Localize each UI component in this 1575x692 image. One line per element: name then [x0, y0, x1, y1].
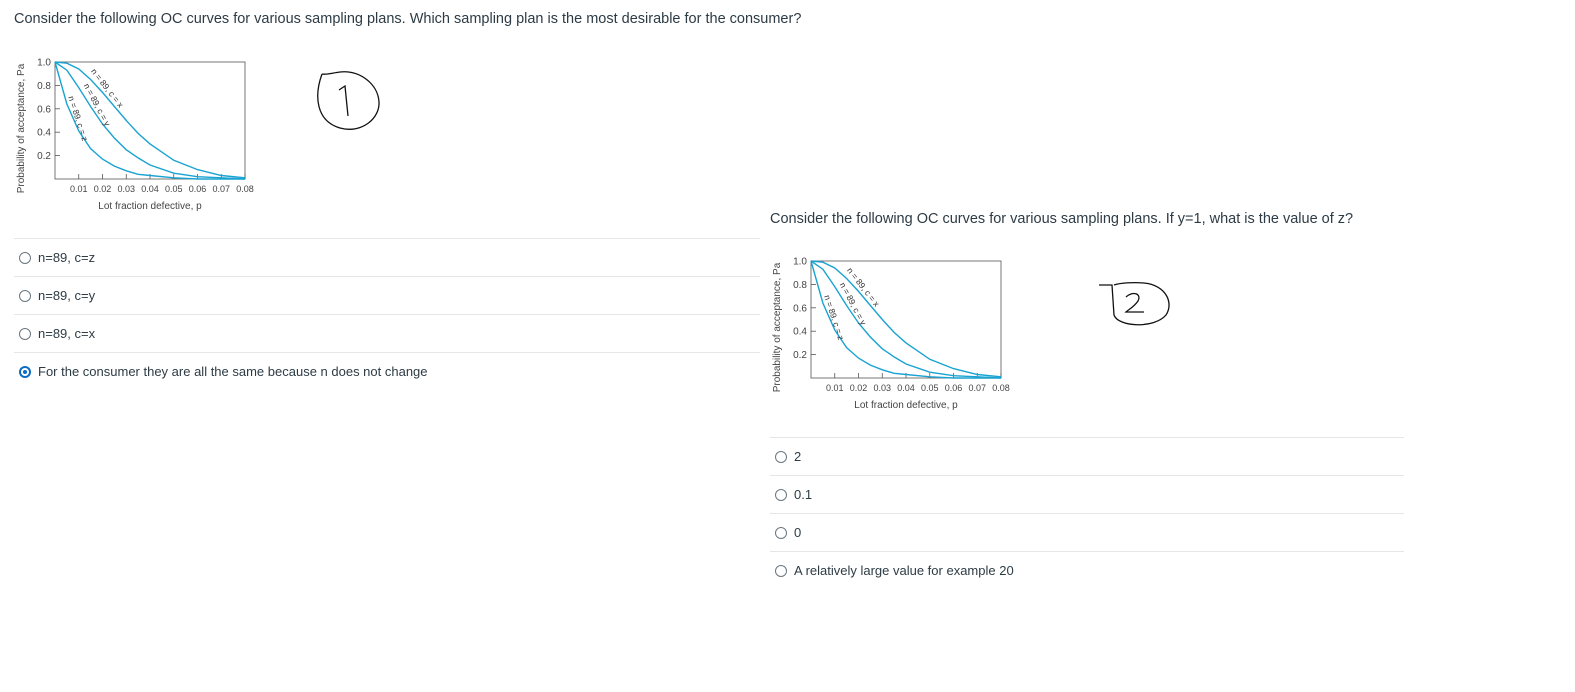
- x-tick-label: 0.01: [826, 383, 844, 393]
- y-tick-label: 0.6: [37, 104, 51, 115]
- answer-label: 0: [794, 525, 802, 540]
- radio-button[interactable]: [775, 526, 787, 539]
- x-tick-label: 0.05: [921, 383, 939, 393]
- answer-option[interactable]: 0.1: [770, 475, 1404, 513]
- answer-option[interactable]: 2: [770, 437, 1404, 475]
- answer-option[interactable]: n=89, c=x: [14, 314, 760, 352]
- handwritten-annotation-1: [317, 71, 380, 130]
- radio-button[interactable]: [775, 488, 787, 501]
- x-tick-label: 0.08: [236, 184, 254, 194]
- handwritten-annotation-2: [1099, 281, 1170, 326]
- answer-label: For the consumer they are all the same b…: [38, 364, 428, 379]
- radio-button[interactable]: [19, 327, 31, 340]
- radio-button[interactable]: [775, 450, 787, 463]
- x-tick-label: 0.07: [212, 184, 230, 194]
- x-tick-label: 0.06: [189, 184, 207, 194]
- question-1-answers: n=89, c=z n=89, c=y n=89, c=x For the co…: [14, 238, 760, 390]
- answer-option[interactable]: 0: [770, 513, 1404, 551]
- answer-option[interactable]: n=89, c=y: [14, 276, 760, 314]
- radio-button[interactable]: [19, 289, 31, 302]
- radio-button[interactable]: [19, 251, 31, 264]
- y-axis-label: Probability of acceptance, Pa: [16, 63, 27, 193]
- x-tick-label: 0.05: [165, 184, 183, 194]
- x-axis-label: Lot fraction defective, p: [854, 400, 958, 411]
- question-2-text: Consider the following OC curves for var…: [770, 211, 1354, 227]
- y-tick-label: 0.4: [37, 128, 51, 139]
- radio-button-selected[interactable]: [19, 365, 31, 378]
- series-label: n = 89, c = z: [66, 95, 90, 143]
- y-tick-label: 0.2: [37, 151, 51, 162]
- y-axis-label: Probability of acceptance, Pa: [772, 262, 783, 392]
- answer-label: 2: [794, 449, 802, 464]
- answer-label: A relatively large value for example 20: [794, 563, 1014, 578]
- answer-label: 0.1: [794, 487, 813, 502]
- question-2-answers: 2 0.1 0 A relatively large value for exa…: [770, 437, 1404, 589]
- x-tick-label: 0.03: [873, 383, 891, 393]
- x-axis-label: Lot fraction defective, p: [98, 201, 202, 212]
- oc-curve-chart-2: 0.2 0.4 0.6 0.8 1.0 0.01 0.02 0.03 0.04 0.05 0.06 0…: [772, 257, 1010, 412]
- question-1-text: Consider the following OC curves for var…: [14, 11, 802, 27]
- answer-option[interactable]: n=89, c=z: [14, 238, 760, 276]
- answer-option[interactable]: A relatively large value for example 20: [770, 551, 1404, 589]
- y-tick-label: 1.0: [37, 58, 51, 69]
- answer-label: n=89, c=x: [38, 326, 96, 341]
- x-tick-label: 0.04: [897, 383, 915, 393]
- answer-label: n=89, c=z: [38, 250, 96, 265]
- x-tick-label: 0.02: [94, 184, 112, 194]
- x-tick-label: 0.08: [992, 383, 1010, 393]
- x-tick-label: 0.07: [968, 383, 986, 393]
- x-tick-label: 0.03: [117, 184, 135, 194]
- answer-option-selected[interactable]: For the consumer they are all the same b…: [14, 352, 760, 390]
- y-tick-label: 0.8: [793, 280, 807, 291]
- y-tick-label: 0.2: [793, 350, 807, 361]
- x-tick-label: 0.01: [70, 184, 88, 194]
- x-tick-label: 0.06: [945, 383, 963, 393]
- x-tick-label: 0.02: [850, 383, 868, 393]
- series-label: n = 89, c = z: [822, 294, 846, 342]
- x-tick-label: 0.04: [141, 184, 159, 194]
- oc-curve-chart-1: 0.2 0.4 0.6 0.8 1.0 0.01 0.02 0.03 0.04 0.05 0.06 0…: [16, 58, 254, 213]
- y-tick-label: 0.8: [37, 81, 51, 92]
- y-tick-label: 0.4: [793, 327, 807, 338]
- answer-label: n=89, c=y: [38, 288, 96, 303]
- y-tick-label: 0.6: [793, 303, 807, 314]
- y-tick-label: 1.0: [793, 257, 807, 268]
- radio-button[interactable]: [775, 564, 787, 577]
